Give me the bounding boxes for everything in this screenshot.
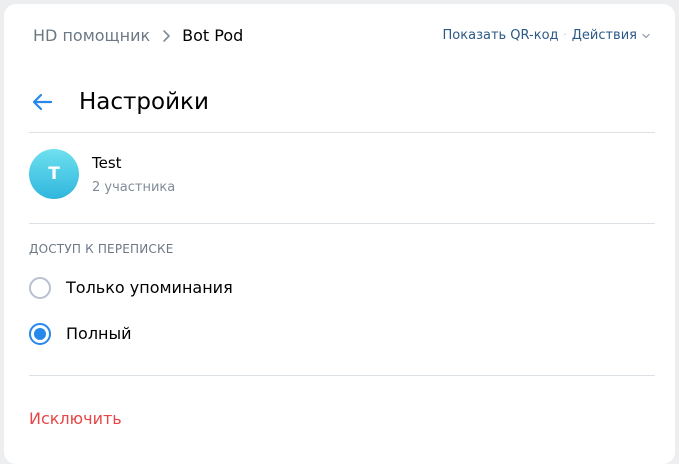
settings-card: HD помощник Bot Pod Показать QR-код · Де… [4,4,675,464]
divider [29,223,655,224]
divider [29,375,655,376]
radio-option-full[interactable]: Полный [29,319,132,349]
radio-option-mentions-only[interactable]: Только упоминания [29,273,233,303]
kick-button[interactable]: Исключить [29,409,122,429]
chevron-down-icon [642,33,650,39]
radio-label: Полный [66,324,132,343]
radio-button[interactable] [29,277,51,299]
page-title: Настройки [79,89,209,115]
breadcrumb: HD помощник Bot Pod [33,26,243,46]
avatar: T [29,149,79,199]
access-section-title: ДОСТУП К ПЕРЕПИСКЕ [29,242,174,256]
divider [29,132,655,133]
actions-dropdown-label: Действия [571,28,637,43]
radio-label: Только упоминания [66,278,233,297]
show-qr-link[interactable]: Показать QR-код [443,28,559,44]
top-actions: Показать QR-код · Действия [443,28,651,44]
chat-info: T Test 2 участника [4,144,675,214]
arrow-left-icon[interactable] [30,90,54,114]
page-header: Настройки [4,78,675,128]
actions-dropdown[interactable]: Действия [572,28,651,44]
chat-members-count: 2 участника [92,180,176,195]
breadcrumb-parent-link[interactable]: HD помощник [33,26,150,46]
chat-name: Test [92,154,122,172]
breadcrumb-current: Bot Pod [182,26,244,45]
chevron-right-icon [163,30,170,42]
top-bar: HD помощник Bot Pod Показать QR-код · Де… [4,4,675,68]
actions-separator: · [563,30,567,41]
radio-button[interactable] [29,323,51,345]
